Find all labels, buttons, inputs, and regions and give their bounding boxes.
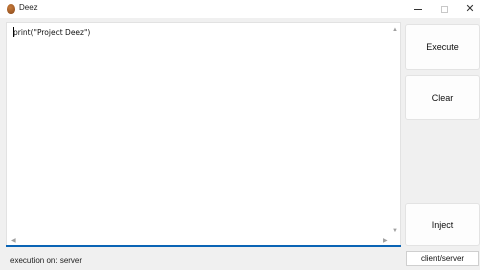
- window-title: Deez: [19, 3, 38, 12]
- editor-focus-underline: [6, 245, 401, 247]
- scroll-up-icon[interactable]: ▲: [392, 27, 398, 33]
- execute-button[interactable]: Execute: [405, 24, 480, 70]
- maximize-button[interactable]: [431, 0, 457, 18]
- maximize-icon: [440, 5, 448, 13]
- minimize-icon: [414, 8, 422, 10]
- app-icon: [7, 4, 15, 14]
- title-bar[interactable]: Deez ✕: [0, 0, 480, 18]
- scroll-down-icon[interactable]: ▼: [392, 228, 398, 234]
- close-button[interactable]: ✕: [457, 0, 480, 18]
- minimize-button[interactable]: [405, 0, 431, 18]
- code-editor-text[interactable]: print("Project Deez"): [13, 28, 383, 37]
- vertical-scrollbar[interactable]: ▲ ▼: [390, 23, 400, 235]
- client-server-toggle-button[interactable]: client/server: [406, 251, 479, 266]
- execution-status: execution on: server: [10, 256, 83, 265]
- inject-button[interactable]: Inject: [405, 203, 480, 246]
- scroll-right-icon[interactable]: ▶: [383, 238, 388, 244]
- scroll-left-icon[interactable]: ◀: [11, 238, 16, 244]
- clear-button[interactable]: Clear: [405, 75, 480, 120]
- close-icon: ✕: [465, 2, 475, 15]
- app-window: Deez ✕ print("Project Deez") ▲ ▼ ◀ ▶ Exe…: [0, 0, 480, 270]
- code-editor[interactable]: print("Project Deez") ▲ ▼ ◀ ▶: [6, 22, 401, 247]
